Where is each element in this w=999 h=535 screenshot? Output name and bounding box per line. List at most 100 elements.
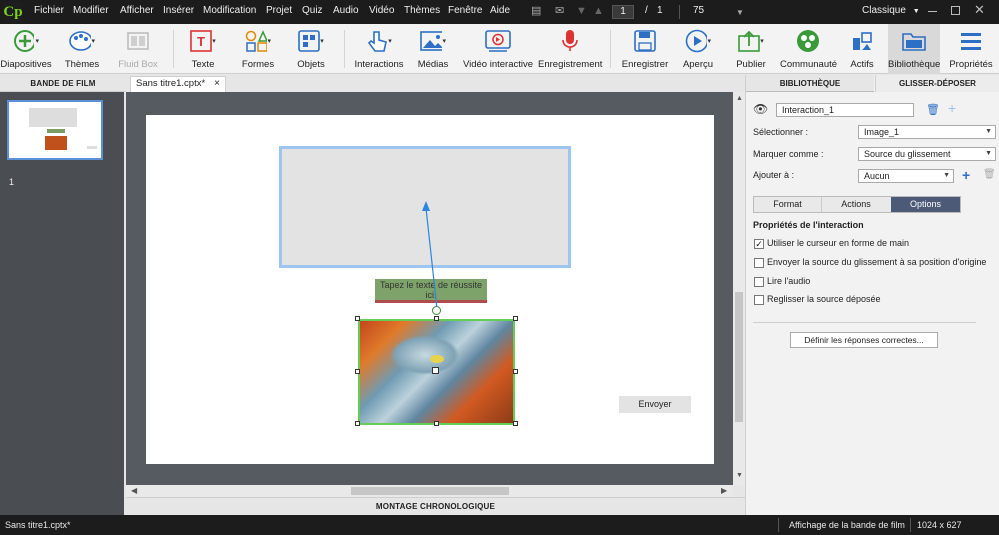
scroll-up-icon[interactable]: ▲ <box>736 95 743 102</box>
maximize-icon[interactable] <box>951 6 960 15</box>
assets-icon <box>849 29 875 53</box>
publish-button[interactable]: ▾ Publier <box>728 24 774 74</box>
status-view-mode: Affichage de la bande de film <box>789 520 905 530</box>
eye-icon[interactable]: 👁 <box>753 102 768 116</box>
timeline-header[interactable]: MONTAGE CHRONOLOGIQUE <box>126 497 745 514</box>
delete-icon[interactable]: 🗑 <box>926 103 940 116</box>
close-window-icon[interactable]: ✕ <box>974 2 985 18</box>
properties-button[interactable]: Propriétés <box>944 24 998 74</box>
preview-button[interactable]: ▾ Aperçu <box>676 24 720 74</box>
rotate-handle-icon[interactable] <box>432 306 441 315</box>
horizontal-scroll-thumb[interactable] <box>351 487 509 495</box>
assets-button[interactable]: Actifs <box>842 24 882 74</box>
interaction-name-field[interactable]: Interaction_1 <box>776 103 914 117</box>
objects-button[interactable]: ▾ Objets <box>288 24 334 74</box>
media-button[interactable]: ▾ Médias <box>410 24 456 74</box>
workspace-mode-select[interactable]: Classique ▼ <box>862 0 920 24</box>
send-back-checkbox[interactable] <box>754 258 764 268</box>
close-tab-icon[interactable]: × <box>214 77 220 91</box>
select-dropdown[interactable]: Image_1 ▼ <box>858 125 996 139</box>
submit-button[interactable]: Envoyer <box>619 396 691 413</box>
redrag-checkbox[interactable] <box>754 295 764 305</box>
document-tab[interactable]: Sans titre1.cptx* × <box>130 76 226 92</box>
tab-library[interactable]: BIBLIOTHÈQUE <box>746 75 874 92</box>
fluidbox-button[interactable]: Fluid Box <box>113 24 163 74</box>
menu-modifier[interactable]: Modifier <box>73 0 109 24</box>
menu-modification[interactable]: Modification <box>203 0 256 24</box>
play-audio-checkbox[interactable] <box>754 277 764 287</box>
arrow-down-icon[interactable]: ▼ <box>576 5 587 17</box>
hand-cursor-label: Utiliser le curseur en forme de main <box>767 238 910 248</box>
hand-cursor-checkbox[interactable]: ✓ <box>754 239 764 249</box>
zoom-value[interactable]: 75 <box>693 0 704 24</box>
themes-button[interactable]: ▾ Thèmes <box>56 24 108 74</box>
separator <box>173 30 174 68</box>
publish-icon: ▾ <box>738 29 764 53</box>
resize-handle[interactable] <box>355 316 360 321</box>
text-button[interactable]: T ▾ Texte <box>180 24 226 74</box>
scroll-right-icon[interactable]: ▶ <box>721 486 727 495</box>
add-to-dropdown[interactable]: Aucun ▼ <box>858 169 954 183</box>
scroll-down-icon[interactable]: ▼ <box>736 472 743 479</box>
resize-handle[interactable] <box>434 316 439 321</box>
subtab-format[interactable]: Format <box>754 197 822 212</box>
comment-icon[interactable]: ▤ <box>531 5 541 17</box>
zoom-dropdown-icon[interactable]: ▼ <box>736 7 744 19</box>
resize-handle[interactable] <box>513 369 518 374</box>
resize-handle[interactable] <box>434 421 439 426</box>
add-interaction-icon[interactable]: + <box>948 100 956 116</box>
menu-aide[interactable]: Aide <box>490 0 510 24</box>
save-button[interactable]: Enregistrer <box>618 24 672 74</box>
resize-handle[interactable] <box>513 316 518 321</box>
link-origin-handle[interactable] <box>432 367 439 374</box>
delete-type-icon[interactable]: 🗑 <box>983 169 996 180</box>
workspace-mode-label: Classique <box>862 5 906 16</box>
arrow-up-icon[interactable]: ▲ <box>593 5 604 17</box>
divider <box>753 322 976 323</box>
interactions-button[interactable]: ▾ Interactions <box>352 24 406 74</box>
chevron-down-icon: ▼ <box>985 150 992 157</box>
slide-number: 1 <box>9 177 15 187</box>
horizontal-scrollbar[interactable]: ◀ ▶ <box>126 485 733 497</box>
add-type-icon[interactable]: + <box>962 167 970 183</box>
play-icon: ▾ <box>685 29 711 53</box>
menu-fenetre[interactable]: Fenêtre <box>448 0 482 24</box>
vertical-scroll-thumb[interactable] <box>735 292 743 422</box>
vertical-scrollbar[interactable]: ▲ ▼ <box>733 92 745 485</box>
menu-bar: Cp Fichier Modifier Afficher Insérer Mod… <box>0 0 999 24</box>
menu-audio[interactable]: Audio <box>333 0 359 24</box>
select-value: Image_1 <box>864 127 900 137</box>
record-button[interactable]: Enregistrement <box>538 24 602 74</box>
menu-fichier[interactable]: Fichier <box>34 0 64 24</box>
filmstrip-header[interactable]: BANDE DE FILM <box>0 75 126 92</box>
resize-handle[interactable] <box>355 369 360 374</box>
add-to-label: Ajouter à : <box>753 170 795 180</box>
captivate-logo: Cp <box>3 2 23 22</box>
current-page-field[interactable]: 1 <box>612 5 634 19</box>
scroll-left-icon[interactable]: ◀ <box>131 486 137 495</box>
palette-icon: ▾ <box>69 29 95 53</box>
mark-as-dropdown[interactable]: Source du glissement ▼ <box>858 147 996 161</box>
shapes-button[interactable]: ▾ Formes <box>234 24 282 74</box>
menu-inserer[interactable]: Insérer <box>163 0 194 24</box>
mail-icon[interactable]: ✉ <box>555 5 564 17</box>
interactive-video-button[interactable]: Vidéo interactive <box>462 24 534 74</box>
resize-handle[interactable] <box>355 421 360 426</box>
subtab-actions[interactable]: Actions <box>822 197 890 212</box>
library-button[interactable]: Bibliothèque <box>888 24 940 74</box>
tab-drag-drop[interactable]: GLISSER-DÉPOSER <box>875 75 999 92</box>
slides-button[interactable]: ▾ Diapositives <box>0 24 52 74</box>
microphone-icon <box>557 29 583 53</box>
menu-video[interactable]: Vidéo <box>369 0 394 24</box>
menu-projet[interactable]: Projet <box>266 0 292 24</box>
menu-afficher[interactable]: Afficher <box>120 0 154 24</box>
define-correct-answers-button[interactable]: Définir les réponses correctes... <box>790 332 938 348</box>
resize-handle[interactable] <box>513 421 518 426</box>
subtab-options[interactable]: Options <box>891 197 960 212</box>
thumbnail-button <box>87 146 97 149</box>
minimize-icon[interactable] <box>928 11 937 12</box>
slide-thumbnail[interactable] <box>7 100 103 160</box>
menu-themes[interactable]: Thèmes <box>404 0 440 24</box>
menu-quiz[interactable]: Quiz <box>302 0 323 24</box>
community-button[interactable]: Communauté <box>780 24 837 74</box>
